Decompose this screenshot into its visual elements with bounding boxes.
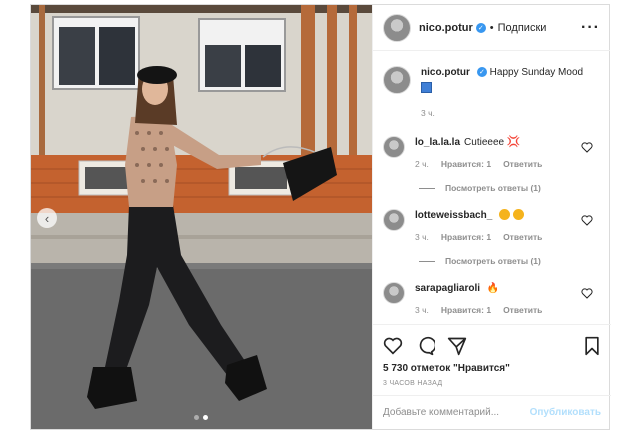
author-avatar[interactable] xyxy=(383,13,411,42)
post-header: nico.potur ✓ • Подписки ··· xyxy=(373,5,610,51)
comment-text: Cutieeee xyxy=(464,137,505,148)
heart-icon[interactable] xyxy=(581,215,593,226)
blue-square-emoji-icon xyxy=(421,82,432,93)
caption-row: nico.potur ✓ Happy Sunday Mood 3 ч. xyxy=(383,66,601,120)
heart-eyes-emoji-icon xyxy=(512,209,524,220)
more-dots-icon[interactable]: ··· xyxy=(581,19,600,37)
like-heart-icon[interactable] xyxy=(383,337,403,355)
heart-icon[interactable] xyxy=(581,142,593,153)
likes-count[interactable]: 5 730 отметок "Нравится" xyxy=(383,363,601,374)
street-photo-image xyxy=(31,5,372,429)
caption-time[interactable]: 3 ч. xyxy=(421,107,435,120)
caption-avatar[interactable] xyxy=(383,66,411,94)
post-actions: 5 730 отметок "Нравится" 3 ЧАСОВ НАЗАД xyxy=(373,324,611,387)
following-button[interactable]: Подписки xyxy=(498,22,547,34)
comment-input[interactable]: Добавьте комментарий... xyxy=(383,407,530,418)
explosion-emoji-icon: 💢 xyxy=(506,136,521,148)
comment-row: lo_la.la.la Cutieeee 💢 2 ч. Нравится: 1 О… xyxy=(383,136,601,171)
view-replies-button[interactable]: Посмотреть ответы (1) xyxy=(419,183,601,193)
carousel-dots xyxy=(194,415,208,420)
verified-badge-icon: ✓ xyxy=(475,22,486,33)
comment-time[interactable]: 3 ч. xyxy=(415,304,429,317)
post-photo[interactable]: ‹ xyxy=(31,5,372,429)
reply-button[interactable]: Ответить xyxy=(503,158,542,171)
commenter-avatar[interactable] xyxy=(383,209,405,231)
fire-emoji-icon: 🔥 xyxy=(486,283,500,294)
chevron-left-icon: ‹ xyxy=(44,210,50,226)
commenter-avatar[interactable] xyxy=(383,282,405,304)
comment-row: sarapagliaroli 🔥 3 ч. Нравится: 1 Ответи… xyxy=(383,282,601,317)
commenter-avatar[interactable] xyxy=(383,136,405,158)
view-replies-label: Посмотреть ответы (1) xyxy=(445,183,541,193)
carousel-dot-active xyxy=(203,415,208,420)
comment-bubble-icon[interactable] xyxy=(415,336,435,356)
comment-username[interactable]: lotteweissbach_ xyxy=(415,210,492,221)
share-send-icon[interactable] xyxy=(447,336,467,356)
heart-icon[interactable] xyxy=(581,288,593,299)
carousel-prev-button[interactable]: ‹ xyxy=(37,208,57,228)
author-username[interactable]: nico.potur xyxy=(419,22,473,34)
post-sidebar: nico.potur ✓ • Подписки ··· nico.potur ✓ … xyxy=(372,5,611,429)
header-separator: • xyxy=(489,21,494,34)
comment-likes[interactable]: Нравится: 1 xyxy=(441,231,491,244)
carousel-dot xyxy=(194,415,199,420)
bookmark-icon[interactable] xyxy=(583,336,601,356)
heart-eyes-emoji-icon xyxy=(499,209,511,220)
comment-composer: Добавьте комментарий... Опубликовать xyxy=(373,395,611,429)
comment-username[interactable]: sarapagliaroli xyxy=(415,283,480,294)
comment-time[interactable]: 3 ч. xyxy=(415,231,429,244)
post-card: ‹ nico.potur ✓ • Подписки ··· nico.potur… xyxy=(30,4,611,430)
verified-badge-icon: ✓ xyxy=(476,67,487,78)
caption-text: Happy Sunday Mood xyxy=(489,67,584,78)
comment-likes[interactable]: Нравится: 1 xyxy=(441,304,491,317)
post-timestamp[interactable]: 3 ЧАСОВ НАЗАД xyxy=(383,380,601,387)
reply-button[interactable]: Ответить xyxy=(503,231,542,244)
view-replies-button[interactable]: Посмотреть ответы (1) xyxy=(419,256,601,266)
comment-row: lotteweissbach_ 3 ч. Нравится: 1 Ответит… xyxy=(383,209,601,244)
comment-username[interactable]: lo_la.la.la xyxy=(415,137,460,148)
view-replies-label: Посмотреть ответы (1) xyxy=(445,256,541,266)
caption-username[interactable]: nico.potur xyxy=(421,67,470,78)
comment-likes[interactable]: Нравится: 1 xyxy=(441,158,491,171)
publish-button[interactable]: Опубликовать xyxy=(530,407,601,418)
comments-list[interactable]: nico.potur ✓ Happy Sunday Mood 3 ч. lo_la… xyxy=(373,52,611,324)
comment-time[interactable]: 2 ч. xyxy=(415,158,429,171)
reply-button[interactable]: Ответить xyxy=(503,304,542,317)
